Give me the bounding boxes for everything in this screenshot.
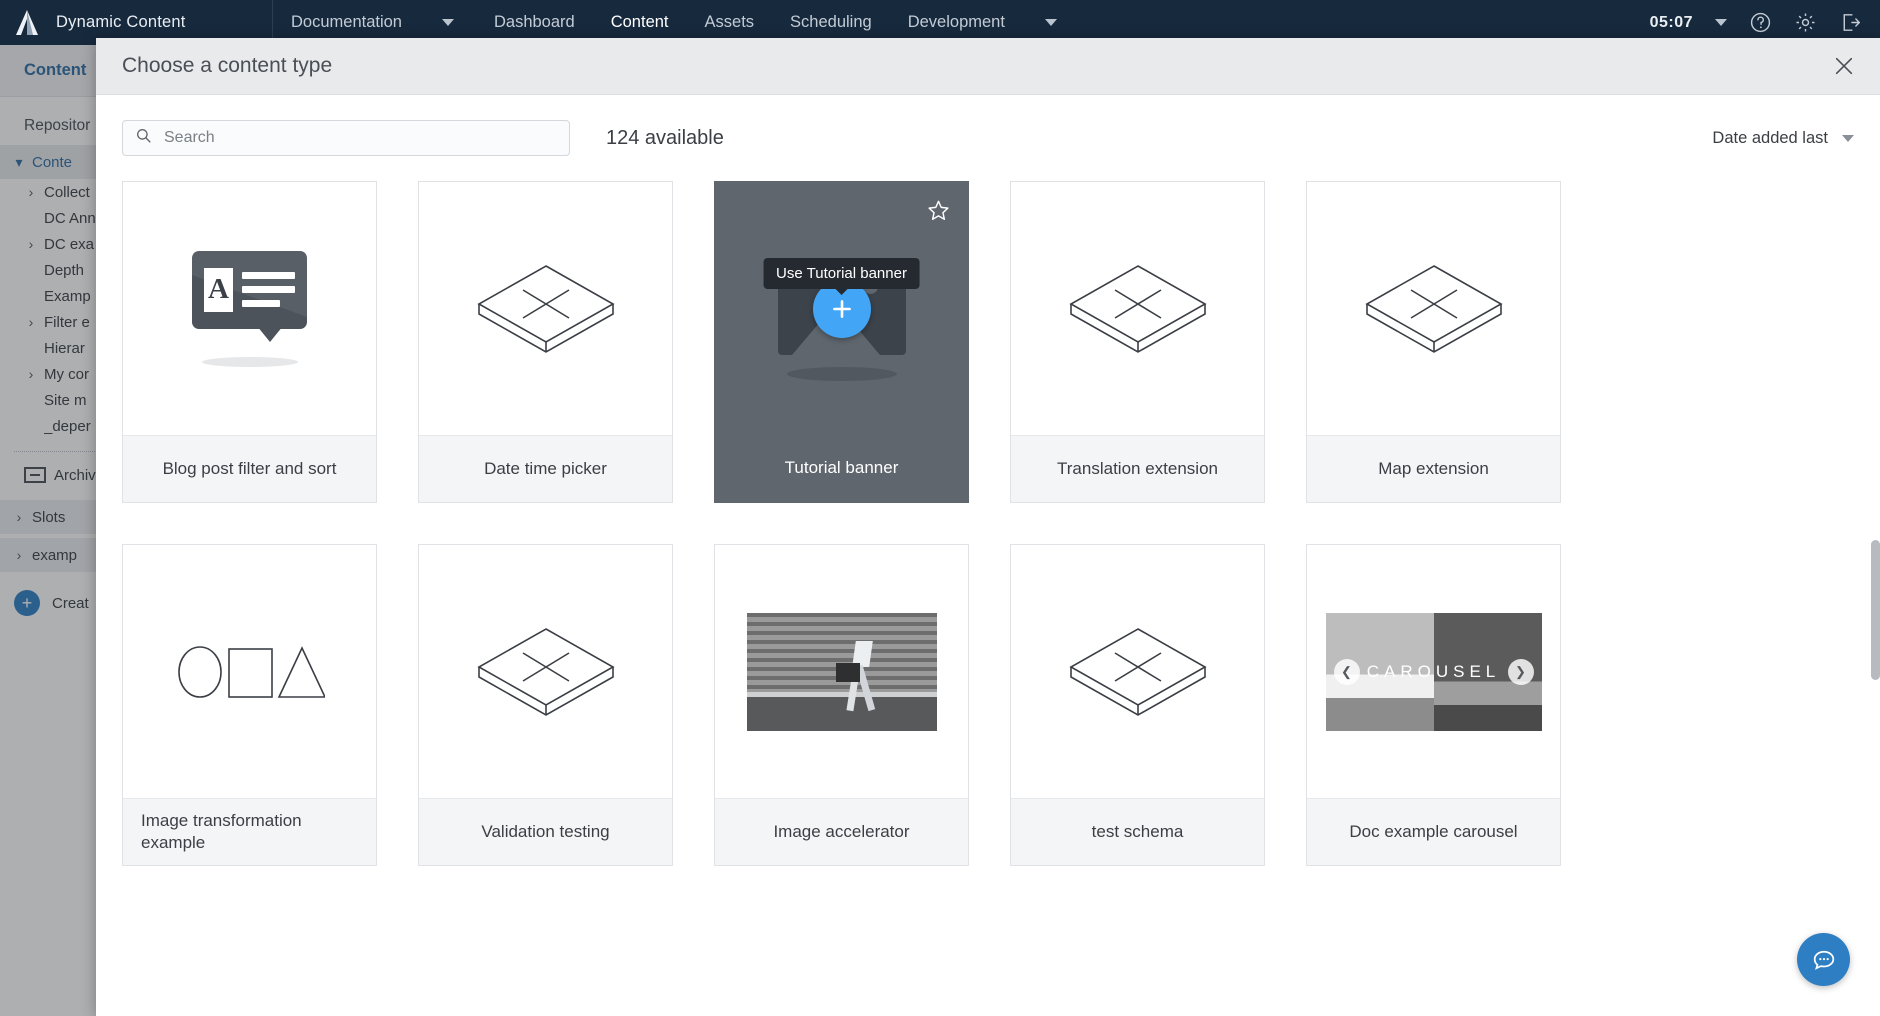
card-thumbnail xyxy=(419,182,672,435)
card-label: Blog post filter and sort xyxy=(123,435,376,502)
bubble-text-lines xyxy=(242,272,295,307)
placeholder-slab-icon xyxy=(1063,258,1213,359)
chevron-down-icon-development[interactable] xyxy=(1044,19,1057,26)
page-scrollbar-thumb[interactable] xyxy=(1871,540,1880,680)
icon-shadow xyxy=(201,356,298,367)
chevron-right-icon[interactable]: ❯ xyxy=(1507,658,1534,685)
card-thumbnail: CAROUSEL ❮ ❯ xyxy=(1307,545,1560,798)
content-type-card-image-transformation-example[interactable]: Image transformation example xyxy=(122,544,377,866)
card-thumbnail xyxy=(123,545,376,798)
card-thumbnail xyxy=(1011,545,1264,798)
sort-dropdown[interactable]: Date added last xyxy=(1712,129,1854,148)
placeholder-slab-icon xyxy=(1359,258,1509,359)
content-type-card-translation-extension[interactable]: Translation extension xyxy=(1010,181,1265,503)
card-label: Validation testing xyxy=(419,798,672,865)
search-box[interactable] xyxy=(122,120,570,156)
use-content-type-tooltip: Use Tutorial banner xyxy=(763,258,920,289)
card-label: Date time picker xyxy=(419,435,672,502)
sign-out-icon[interactable] xyxy=(1839,11,1862,34)
content-type-card-date-time-picker[interactable]: Date time picker xyxy=(418,181,673,503)
content-type-card-test-schema[interactable]: test schema xyxy=(1010,544,1265,866)
amplience-logo-icon xyxy=(14,9,40,37)
content-type-card-doc-example-carousel[interactable]: CAROUSEL ❮ ❯ Doc example carousel xyxy=(1306,544,1561,866)
gear-icon[interactable] xyxy=(1794,11,1817,34)
dialog-title: Choose a content type xyxy=(122,54,333,77)
content-type-card-blog-post-filter-and-sort[interactable]: A Blog post filter and sort xyxy=(122,181,377,503)
card-thumbnail xyxy=(419,545,672,798)
search-icon xyxy=(135,127,152,149)
dialog-header: Choose a content type xyxy=(96,38,1880,95)
close-icon[interactable] xyxy=(1824,46,1864,86)
card-label: Translation extension xyxy=(1011,435,1264,502)
clock-display: 05:07 xyxy=(1649,13,1693,31)
brand-title: Dynamic Content xyxy=(56,13,186,31)
content-type-card-map-extension[interactable]: Map extension xyxy=(1306,181,1561,503)
search-input[interactable] xyxy=(164,129,557,147)
bubble-letter-a: A xyxy=(204,267,233,312)
star-outline-icon[interactable] xyxy=(926,198,951,228)
dialog-toolbar: 124 available Date added last xyxy=(96,95,1880,181)
shapes-icon xyxy=(175,638,326,705)
card-label: Image accelerator xyxy=(715,798,968,865)
chevron-down-icon-documentation[interactable] xyxy=(441,19,454,26)
blog-bubble-icon: A xyxy=(192,250,307,367)
question-circle-icon[interactable] xyxy=(1749,11,1772,34)
card-label: Doc example carousel xyxy=(1307,798,1560,865)
topbar-right-cluster: 05:07 xyxy=(1650,11,1880,34)
content-type-card-validation-testing[interactable]: Validation testing xyxy=(418,544,673,866)
choose-content-type-dialog: Choose a content type 124 available Date… xyxy=(96,38,1880,1016)
card-thumbnail xyxy=(715,545,968,798)
available-count: 124 available xyxy=(606,126,724,149)
card-thumbnail: A xyxy=(123,182,376,435)
card-label: Map extension xyxy=(1307,435,1560,502)
chat-bubble-icon[interactable] xyxy=(1797,933,1850,986)
content-type-grid: A Blog post filter and sort Date time pi… xyxy=(96,181,1880,866)
content-type-card-image-accelerator[interactable]: Image accelerator xyxy=(714,544,969,866)
walker-photo xyxy=(746,612,937,731)
carousel-photo: CAROUSEL ❮ ❯ xyxy=(1325,612,1542,731)
placeholder-slab-icon xyxy=(471,258,621,359)
icon-shadow xyxy=(786,367,897,381)
card-thumbnail xyxy=(1011,182,1264,435)
card-label: Image transformation example xyxy=(123,798,376,865)
card-label: Tutorial banner xyxy=(784,458,899,478)
sort-dropdown-label: Date added last xyxy=(1712,128,1828,147)
placeholder-slab-icon xyxy=(471,621,621,722)
placeholder-slab-icon xyxy=(1063,621,1213,722)
chevron-down-icon xyxy=(1842,134,1854,142)
content-type-card-tutorial-banner[interactable]: Use Tutorial banner Tutorial banner xyxy=(714,181,969,503)
card-label: test schema xyxy=(1011,798,1264,865)
chevron-down-icon-clock[interactable] xyxy=(1715,19,1727,26)
card-thumbnail xyxy=(1307,182,1560,435)
chevron-left-icon[interactable]: ❮ xyxy=(1333,658,1360,685)
